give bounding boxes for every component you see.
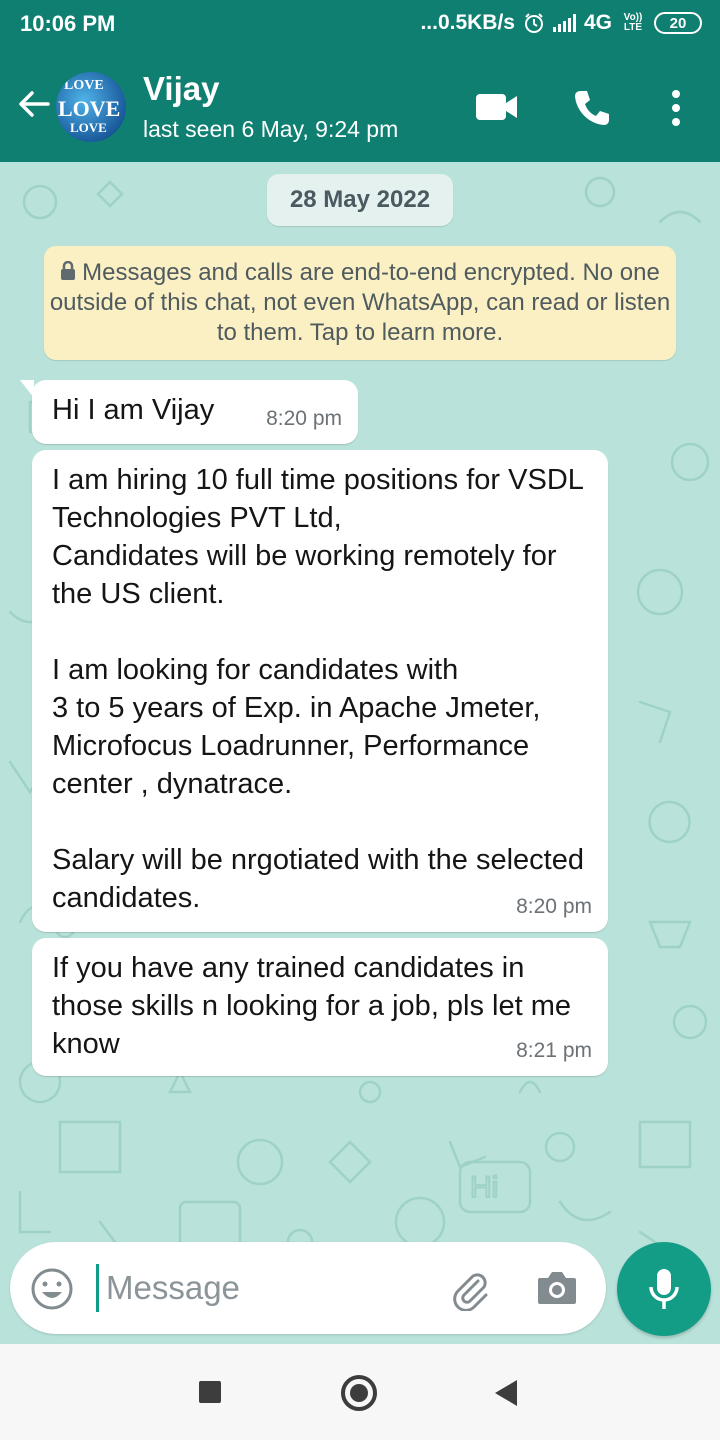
message-text: I am hiring 10 full time positions for V… [52,464,584,914]
network-speed: ...0.5KB/s [420,11,515,34]
message-bubble[interactable]: If you have any trained candidates in th… [32,938,608,1076]
date-chip: 28 May 2022 [267,174,453,226]
svg-text:Hi: Hi [470,1171,498,1204]
chat-area[interactable]: Hi 28 May 2022 Messages and calls are en… [0,162,720,1344]
status-bar: 10:06 PM ...0.5KB/s 4G Vo)) LTE 20 [0,0,720,52]
message-input[interactable]: Message [106,1269,240,1307]
mic-button[interactable] [617,1242,711,1336]
chat-header: LOVE LOVE LOVE Vijay last seen 6 May, 9:… [0,52,720,162]
back-arrow-icon[interactable] [14,84,54,124]
last-seen: last seen 6 May, 9:24 pm [143,116,399,142]
encryption-notice[interactable]: Messages and calls are end-to-end encryp… [44,246,676,360]
bubble-tail [20,380,34,398]
message-time: 8:21 pm [516,1039,592,1062]
avatar-text-small: LOVE [70,120,107,135]
status-indicators: ...0.5KB/s 4G Vo)) LTE 20 [420,11,702,35]
message-time: 8:20 pm [266,407,342,430]
more-options-icon[interactable] [666,88,686,128]
contact-name[interactable]: Vijay [143,70,219,108]
mic-icon [649,1269,679,1309]
system-nav-bar [0,1344,720,1440]
camera-icon[interactable] [536,1268,578,1306]
emoji-icon[interactable] [30,1267,74,1311]
network-type: 4G [583,11,612,34]
nav-home-icon[interactable] [341,1375,377,1411]
signal-icon [552,14,576,32]
message-composer[interactable]: Message [10,1242,606,1334]
encryption-text: Messages and calls are end-to-end encryp… [49,259,671,346]
nav-back-icon[interactable] [495,1380,517,1406]
text-caret [96,1264,99,1312]
voice-call-icon[interactable] [572,88,612,128]
lock-icon [61,261,76,280]
volte-icon: Vo)) LTE [623,12,643,33]
alarm-icon [524,13,543,33]
attach-icon[interactable] [448,1267,492,1311]
nav-recents-icon[interactable] [199,1381,221,1403]
avatar-text-large: LOVE [58,96,121,121]
status-time: 10:06 PM [20,11,116,36]
battery-icon: 20 [654,12,702,34]
message-bubble[interactable]: I am hiring 10 full time positions for V… [32,450,608,932]
video-call-icon[interactable] [474,88,520,126]
message-time: 8:20 pm [516,895,592,918]
message-bubble[interactable]: Hi I am Vijay 8:20 pm [20,380,358,444]
avatar-text: LOVE [64,78,104,93]
avatar[interactable]: LOVE LOVE LOVE [56,72,126,142]
